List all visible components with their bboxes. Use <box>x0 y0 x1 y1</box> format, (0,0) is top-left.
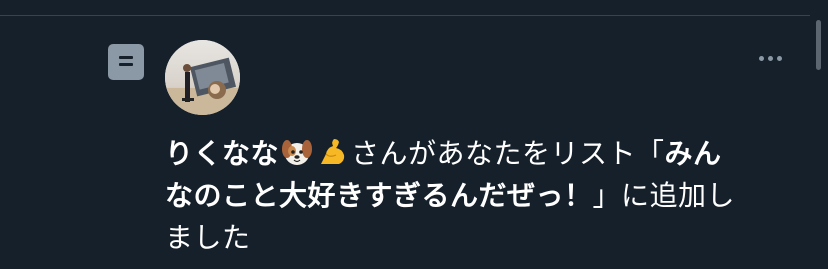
more-horizontal-icon <box>758 55 764 61</box>
scrollbar[interactable] <box>812 0 826 269</box>
message-prefix: さんがあなたをリスト「 <box>351 137 665 170</box>
flexed-biceps-emoji <box>321 139 345 164</box>
list-name-line2[interactable]: なのこと大好きすぎるんだぜっ！ <box>165 179 593 212</box>
message-suffix: 」に追加し <box>592 179 736 212</box>
list-name-line1[interactable]: みん <box>665 137 722 170</box>
notification-message: りくなな さんがあなたをリスト「みんなのこと大好きすぎるんだぜっ！」に追加しまし… <box>165 133 785 259</box>
user-display-name[interactable]: りくなな <box>165 137 279 170</box>
more-options-button[interactable] <box>752 48 788 68</box>
avatar[interactable] <box>165 40 240 115</box>
list-icon <box>108 44 144 80</box>
avatar-image <box>165 40 240 115</box>
dog-face-emoji <box>282 140 313 165</box>
scrollbar-thumb[interactable] <box>816 20 821 70</box>
message-suffix-line3: ました <box>165 221 251 254</box>
